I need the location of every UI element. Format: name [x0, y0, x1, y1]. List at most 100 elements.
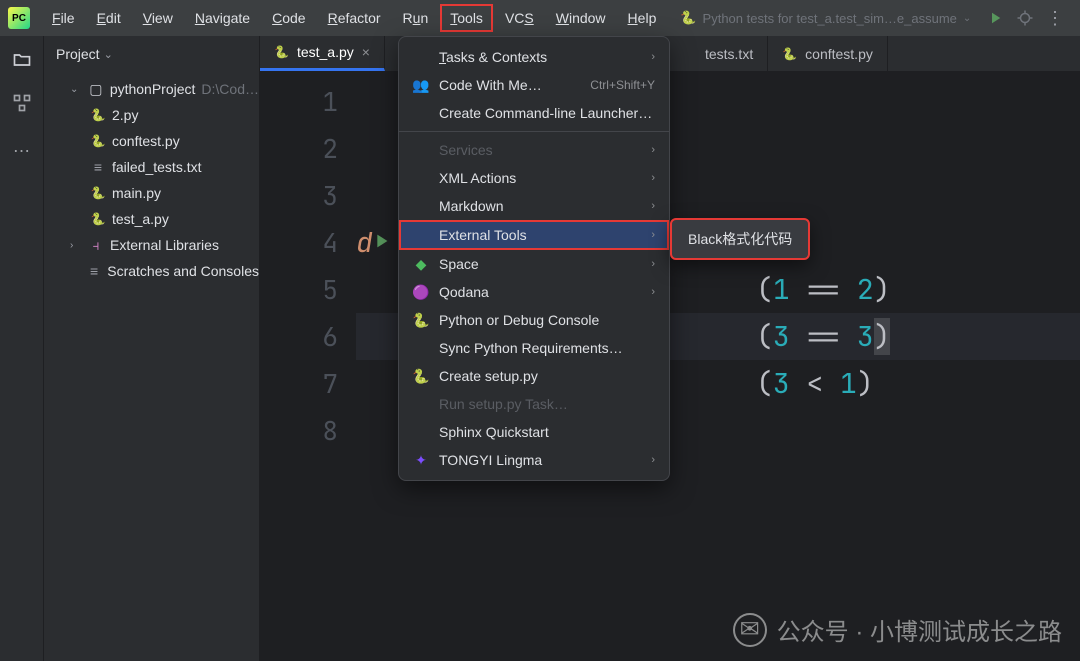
menu-help[interactable]: Help — [618, 4, 667, 32]
extlib-label: External Libraries — [110, 237, 219, 253]
tree-file[interactable]: 🐍main.py — [44, 180, 259, 206]
chevron-right-icon: › — [651, 258, 655, 270]
folder-icon: ▢ — [88, 81, 104, 98]
tree-file[interactable]: 🐍2.py — [44, 102, 259, 128]
menu-xml-actions[interactable]: XML Actions› — [399, 164, 669, 192]
code-token: ) — [857, 365, 874, 402]
menu-python-console[interactable]: 🐍 Python or Debug Console — [399, 306, 669, 334]
run-gutter-icon[interactable] — [370, 225, 392, 260]
code-token: 3 — [857, 318, 874, 355]
run-configuration[interactable]: 🐍 Python tests for test_a.test_sim…e_ass… — [680, 10, 971, 26]
menu-separator — [399, 131, 669, 132]
chevron-right-icon: › — [651, 229, 655, 241]
editor-tabs: 🐍 test_a.py × tests.txt 🐍 conftest.py — [260, 36, 1080, 72]
scratches-label: Scratches and Consoles — [107, 263, 259, 279]
menu-label: External Tools — [439, 227, 527, 243]
menu-navigate[interactable]: Navigate — [185, 4, 260, 32]
tongyi-icon: ✦ — [413, 452, 429, 469]
submenu-black-format[interactable]: Black格式化代码 — [672, 224, 808, 254]
menu-space[interactable]: ◆Space› — [399, 250, 669, 278]
menu-qodana[interactable]: 🟣Qodana› — [399, 278, 669, 306]
menu-view[interactable]: View — [133, 4, 183, 32]
menu-markdown[interactable]: Markdown › — [399, 192, 669, 220]
line-number-gutter: 1 2 3 4 5 6 7 8 — [260, 72, 356, 661]
project-header[interactable]: Project ⌄ — [44, 36, 259, 72]
code-token: 3 — [773, 318, 790, 355]
menu-window[interactable]: Window — [546, 4, 616, 32]
menu-create-launcher[interactable]: Create Command-line Launcher… — [399, 99, 669, 127]
tool-window-bar: … — [0, 36, 44, 661]
menu-sync-requirements[interactable]: Sync Python Requirements… — [399, 334, 669, 362]
tree-file[interactable]: 🐍test_a.py — [44, 206, 259, 232]
tree-external-libraries[interactable]: ›⫞External Libraries — [44, 232, 259, 258]
tree-file[interactable]: 🐍conftest.py — [44, 128, 259, 154]
tab-test-a[interactable]: 🐍 test_a.py × — [260, 36, 385, 71]
menu-label: Black格式化代码 — [688, 229, 792, 249]
python-console-icon: 🐍 — [413, 312, 429, 329]
tab-label: conftest.py — [805, 46, 873, 62]
line-number: 1 — [260, 78, 356, 125]
menu-label: Markdown — [439, 198, 504, 214]
menu-label: Python or Debug Console — [439, 312, 599, 328]
line-number: 5 — [260, 266, 356, 313]
more-tool-icon[interactable]: … — [13, 136, 31, 157]
close-icon[interactable]: × — [362, 44, 370, 60]
menu-label: Run setup.py Task… — [439, 396, 568, 412]
line-number: 7 — [260, 360, 356, 407]
chevron-down-icon: ⌄ — [70, 84, 82, 95]
structure-tool-icon[interactable] — [12, 93, 32, 116]
code-token: 1 — [773, 271, 790, 308]
more-button[interactable]: ⋮ — [1046, 8, 1064, 29]
menu-sphinx[interactable]: Sphinx Quickstart — [399, 418, 669, 446]
menu-external-tools[interactable]: External Tools › — [399, 220, 669, 250]
menu-vcs[interactable]: VCS — [495, 4, 544, 32]
menu-label: Create Command-line Launcher… — [439, 105, 652, 121]
menu-refactor[interactable]: Refactor — [318, 4, 391, 32]
wechat-icon: ✉ — [733, 613, 767, 647]
file-label: test_a.py — [112, 211, 169, 227]
line-number: 4 — [260, 219, 356, 266]
code-token: ( — [756, 271, 773, 308]
chevron-right-icon: › — [651, 51, 655, 63]
code-token: 1 — [840, 365, 857, 402]
root-path: D:\Cod… — [201, 81, 259, 97]
library-icon: ⫞ — [88, 237, 104, 254]
menu-edit[interactable]: Edit — [87, 4, 131, 32]
tab-label: tests.txt — [705, 46, 753, 62]
debug-button[interactable] — [1016, 9, 1034, 27]
menu-create-setup[interactable]: 🐍Create setup.py — [399, 362, 669, 390]
run-button[interactable] — [986, 9, 1004, 27]
menu-run-setup: Run setup.py Task… — [399, 390, 669, 418]
menu-label: Services — [439, 142, 493, 158]
project-tool-icon[interactable] — [12, 50, 32, 73]
file-label: conftest.py — [112, 133, 180, 149]
python-icon: 🐍 — [680, 10, 696, 26]
menu-tasks-contexts[interactable]: Tasks & Contexts› — [399, 43, 669, 71]
menu-file[interactable]: File — [42, 4, 85, 32]
tree-scratches[interactable]: ≡Scratches and Consoles — [44, 258, 259, 284]
menu-services: Services› — [399, 136, 669, 164]
project-tree: ⌄ ▢ pythonProject D:\Cod… 🐍2.py 🐍conftes… — [44, 72, 259, 288]
menu-tongyi[interactable]: ✦TONGYI Lingma› — [399, 446, 669, 474]
line-number: 8 — [260, 407, 356, 454]
code-token: ( — [756, 318, 773, 355]
tree-file[interactable]: ≡failed_tests.txt — [44, 154, 259, 180]
file-label: main.py — [112, 185, 161, 201]
pycharm-logo: PC — [8, 7, 30, 29]
code-token: ) — [874, 318, 891, 355]
code-token: 3 — [773, 365, 790, 402]
menu-code[interactable]: Code — [262, 4, 315, 32]
menu-run[interactable]: Run — [393, 4, 439, 32]
run-config-label: Python tests for test_a.test_sim…e_assum… — [703, 11, 957, 26]
tab-conftest[interactable]: 🐍 conftest.py — [768, 36, 888, 71]
code-token: ( — [756, 365, 773, 402]
code-token: == — [790, 271, 857, 308]
menu-label: TONGYI Lingma — [439, 452, 542, 468]
chevron-right-icon: › — [651, 286, 655, 298]
external-tools-submenu: Black格式化代码 — [670, 218, 810, 260]
chevron-right-icon: › — [651, 200, 655, 212]
menu-tools[interactable]: Tools — [440, 4, 493, 32]
menu-code-with-me[interactable]: 👥Code With Me…Ctrl+Shift+Y — [399, 71, 669, 99]
tree-root[interactable]: ⌄ ▢ pythonProject D:\Cod… — [44, 76, 259, 102]
code-editor[interactable]: 1 2 3 4 5 6 7 8 i dssume(): (1 == 2) (3 … — [260, 72, 1080, 661]
